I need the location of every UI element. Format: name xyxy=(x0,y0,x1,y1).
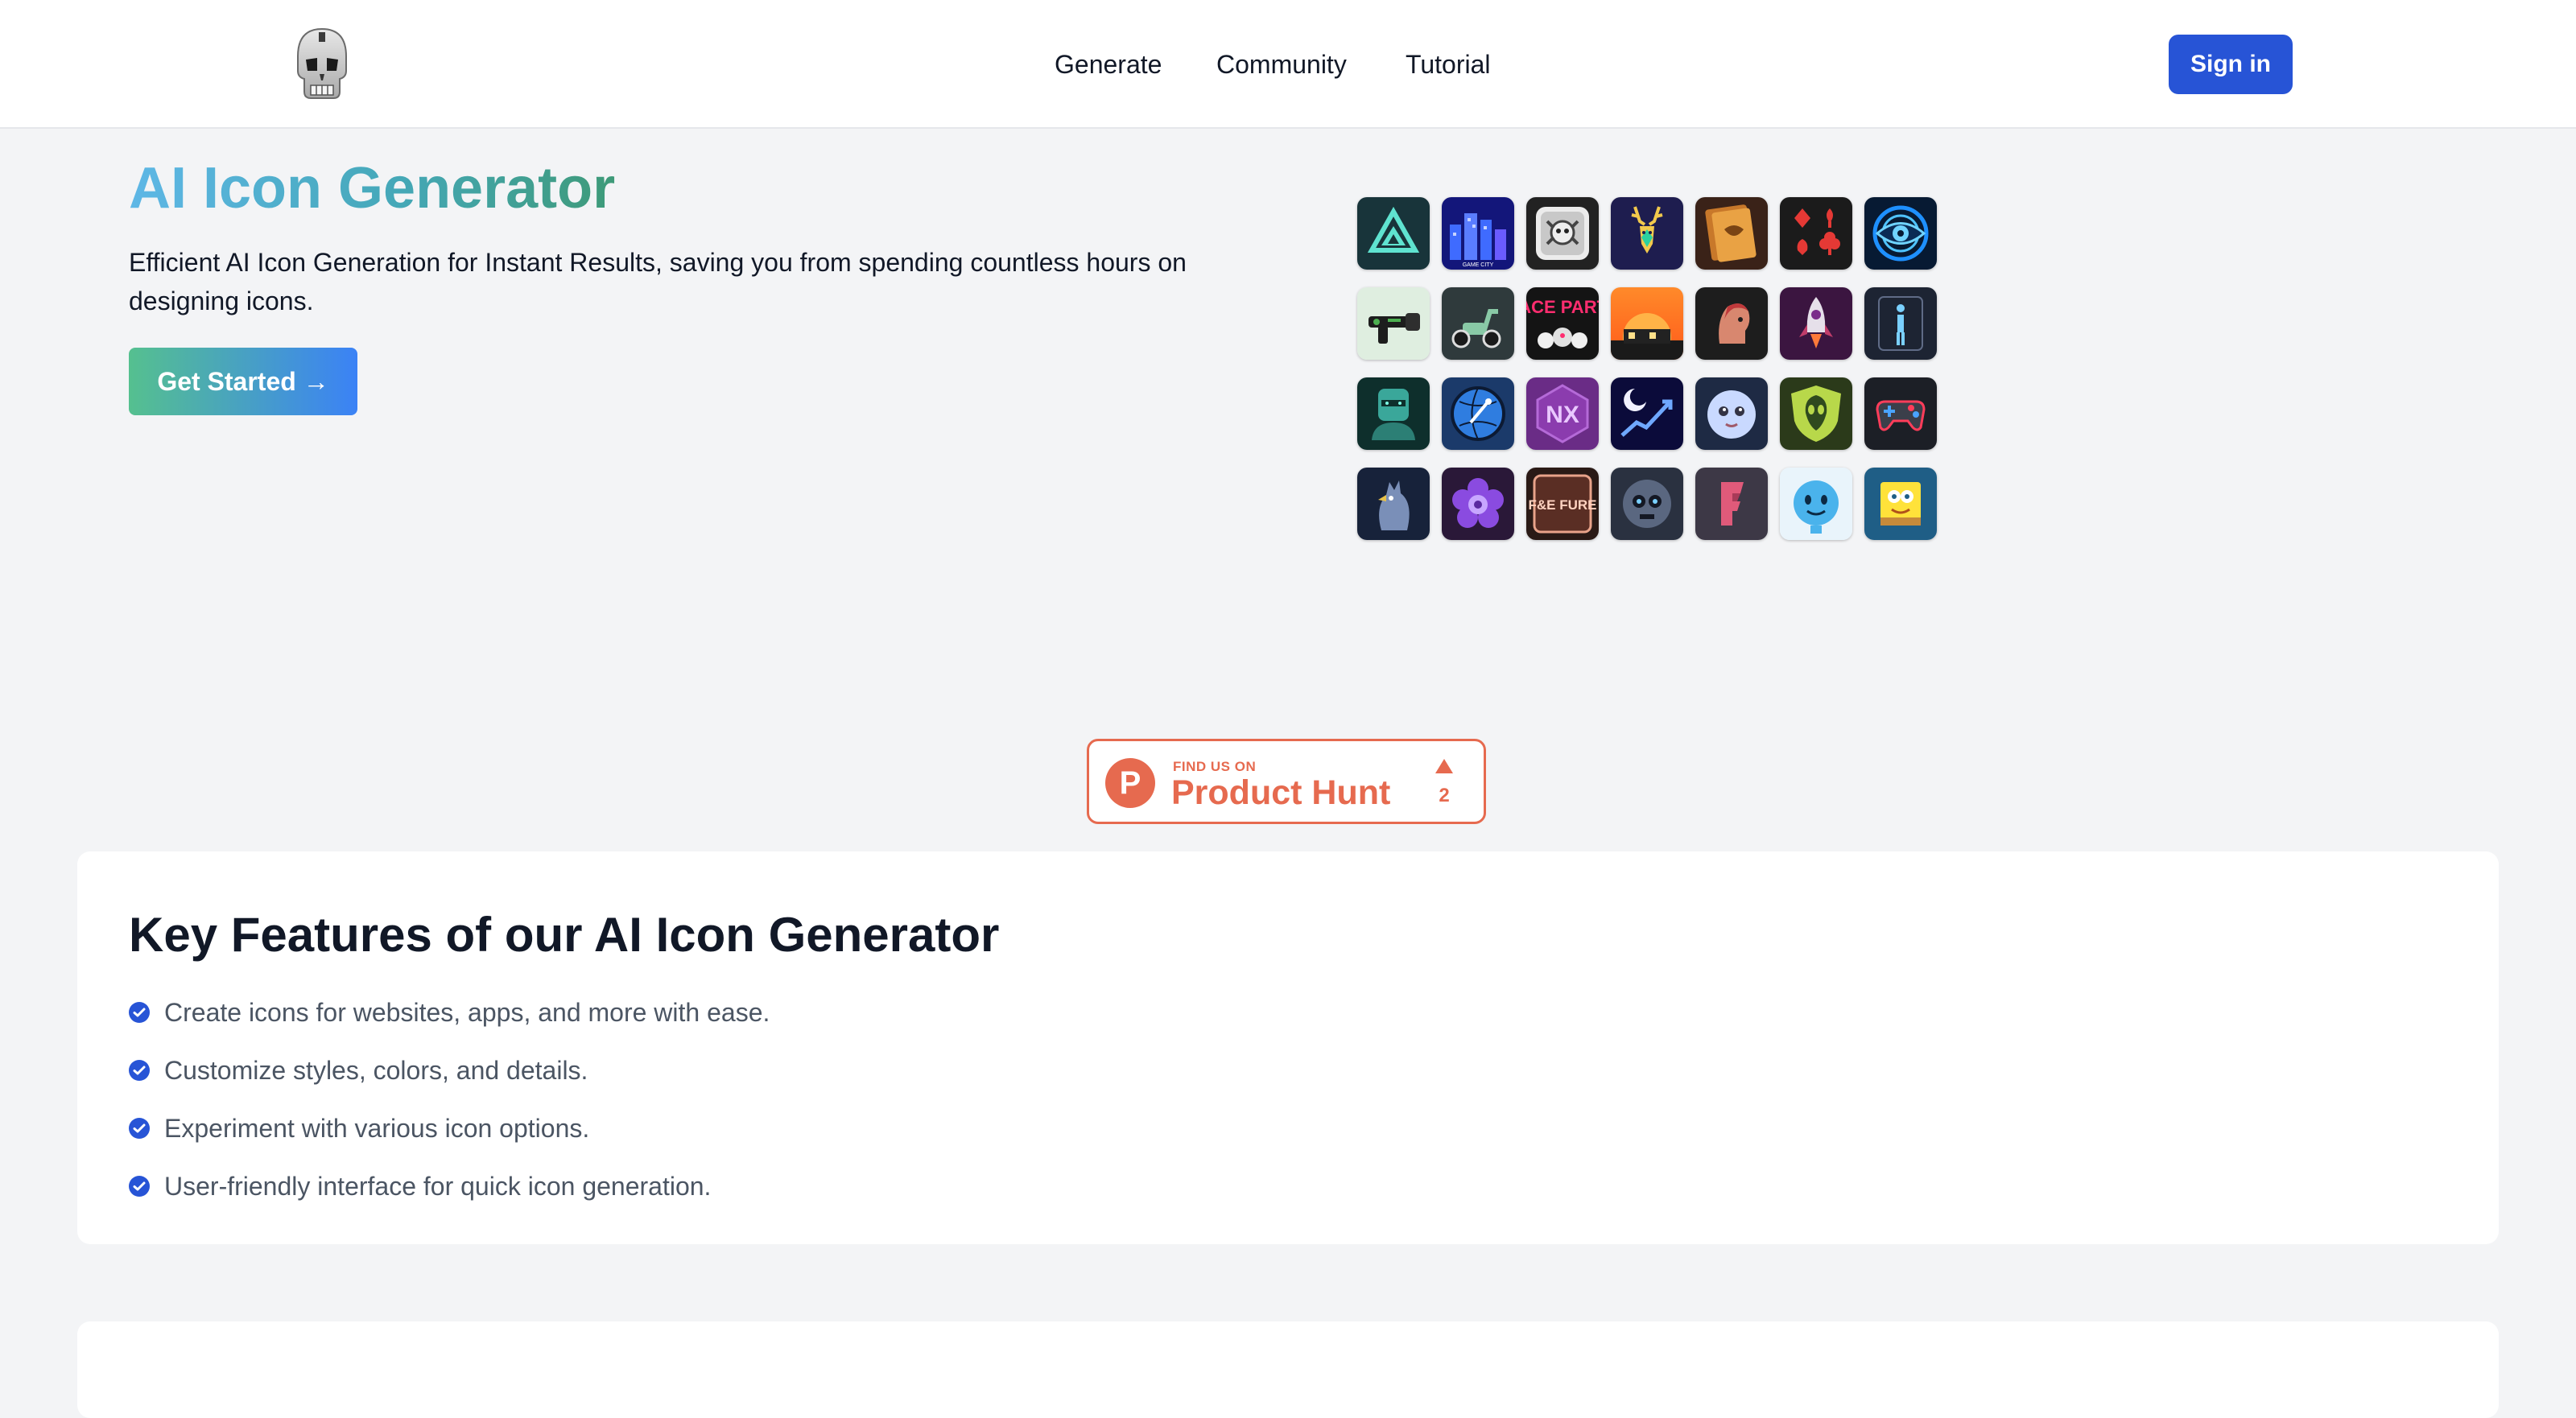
get-started-button[interactable]: Get Started → xyxy=(129,348,357,415)
race-party-icon: RACE PARTY xyxy=(1526,287,1599,360)
baby-face-icon xyxy=(1695,377,1768,450)
scooter-icon xyxy=(1442,287,1514,360)
blue-eye-icon xyxy=(1864,197,1937,270)
race-party-caption: RACE PARTY xyxy=(1526,297,1599,317)
triangle-logo-icon xyxy=(1357,197,1430,270)
check-circle-icon xyxy=(129,1118,150,1139)
feature-text: User-friendly interface for quick icon g… xyxy=(164,1171,712,1201)
check-circle-icon xyxy=(129,1176,150,1197)
sunset-house-icon xyxy=(1611,287,1683,360)
robot-skull-icon xyxy=(1526,197,1599,270)
product-hunt-title: Product Hunt xyxy=(1171,773,1391,812)
site-header: Generate Community Tutorial Sign in xyxy=(0,0,2576,129)
book-icon xyxy=(1695,197,1768,270)
upvote-triangle-icon xyxy=(1435,759,1453,773)
feature-text: Create icons for websites, apps, and mor… xyxy=(164,997,770,1027)
feature-text: Customize styles, colors, and details. xyxy=(164,1055,588,1085)
key-features-title: Key Features of our AI Icon Generator xyxy=(129,908,1000,962)
skull-orb-icon xyxy=(1611,468,1683,540)
key-features-card: Key Features of our AI Icon Generator Cr… xyxy=(77,851,2499,1244)
head-profile-icon xyxy=(1695,287,1768,360)
fure-caption: F&E FURE xyxy=(1529,497,1597,513)
check-circle-icon xyxy=(129,1002,150,1023)
feature-item: Create icons for websites, apps, and mor… xyxy=(129,983,770,1041)
letter-f-icon xyxy=(1695,468,1768,540)
ray-gun-icon xyxy=(1357,287,1430,360)
feature-item: Customize styles, colors, and details. xyxy=(129,1041,770,1099)
figure-icon xyxy=(1864,287,1937,360)
cyborg-icon xyxy=(1357,377,1430,450)
nx-icon: NX xyxy=(1526,377,1599,450)
feature-item: Experiment with various icon options. xyxy=(129,1099,770,1157)
check-circle-icon xyxy=(129,1060,150,1081)
nav-community-link[interactable]: Community xyxy=(1216,47,1347,82)
flower-icon xyxy=(1442,468,1514,540)
sponge-icon xyxy=(1864,468,1937,540)
features-list: Create icons for websites, apps, and mor… xyxy=(129,983,770,1215)
blue-smiley-icon xyxy=(1780,468,1852,540)
feature-text: Experiment with various icon options. xyxy=(164,1113,590,1143)
upvote-count: 2 xyxy=(1439,785,1450,806)
rooster-icon xyxy=(1357,468,1430,540)
nav-generate-link[interactable]: Generate xyxy=(1055,47,1162,82)
alien-shield-icon xyxy=(1780,377,1852,450)
sample-icon-grid: GAME CITY CE PAR NX F&E FURE xyxy=(1357,197,1943,540)
feature-item: User-friendly interface for quick icon g… xyxy=(129,1157,770,1215)
product-hunt-badge[interactable]: P FIND US ON Product Hunt 2 xyxy=(1087,739,1486,824)
game-city-icon: GAME CITY xyxy=(1442,197,1514,270)
game-city-caption: GAME CITY xyxy=(1463,262,1494,268)
moon-chart-icon xyxy=(1611,377,1683,450)
next-section-card xyxy=(77,1321,2499,1418)
hero-title: AI Icon Generator xyxy=(129,150,615,227)
nx-caption: NX xyxy=(1546,402,1579,428)
stag-icon xyxy=(1611,197,1683,270)
gamepad-icon xyxy=(1864,377,1937,450)
playing-cards-icon xyxy=(1780,197,1852,270)
rocket-icon xyxy=(1780,287,1852,360)
sign-in-button[interactable]: Sign in xyxy=(2169,35,2293,94)
hero-description: Efficient AI Icon Generation for Instant… xyxy=(129,248,1187,315)
product-hunt-logo-icon: P xyxy=(1105,758,1155,808)
nav-tutorial-link[interactable]: Tutorial xyxy=(1406,47,1491,82)
fure-icon: F&E FURE xyxy=(1526,468,1599,540)
globe-diver-icon xyxy=(1442,377,1514,450)
